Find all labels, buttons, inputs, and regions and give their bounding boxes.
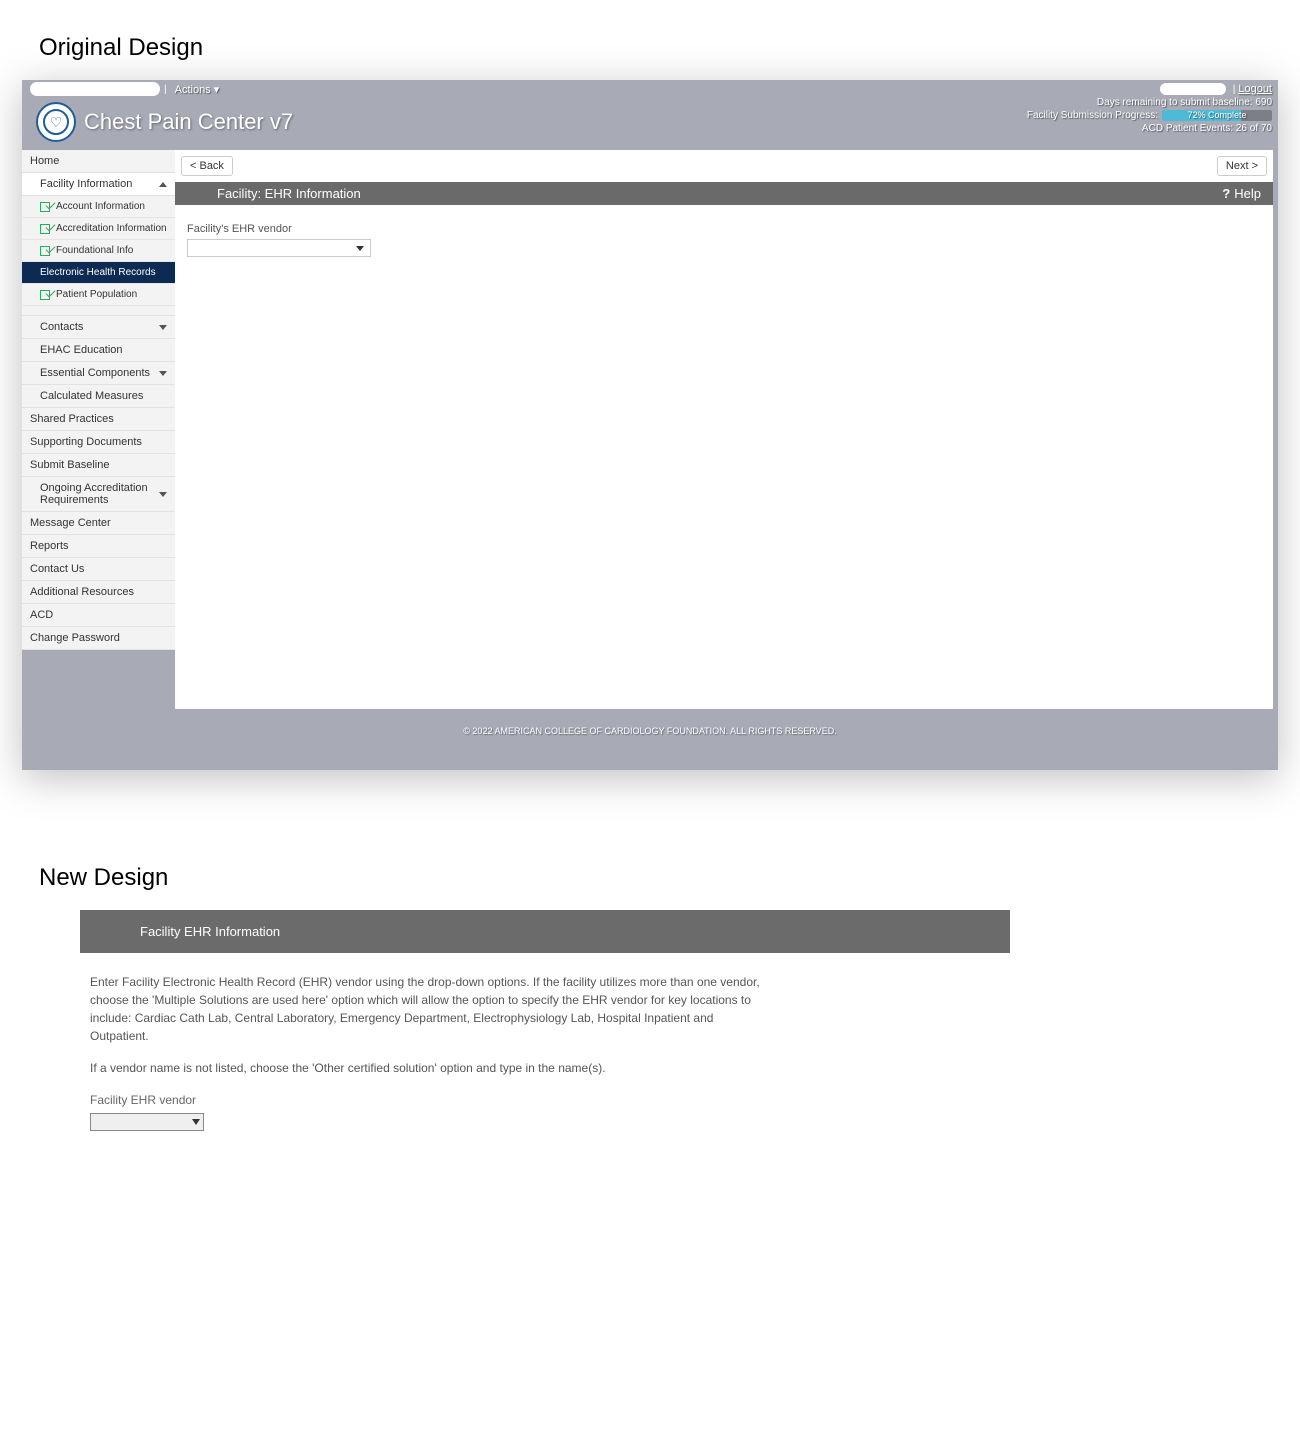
sidebar-item-acd[interactable]: ACD — [22, 604, 175, 627]
sidebar-item-electronic-health-records[interactable]: Electronic Health Records — [22, 262, 175, 284]
actions-dropdown[interactable]: Actions ▾ — [175, 83, 220, 96]
sidebar-item-ehac-education[interactable]: EHAC Education — [22, 339, 175, 362]
new-vendor-field-label: Facility EHR vendor — [90, 1091, 770, 1109]
app-title: Chest Pain Center v7 — [84, 109, 293, 135]
back-button[interactable]: < Back — [181, 156, 233, 176]
sidebar-item-shared-practices[interactable]: Shared Practices — [22, 408, 175, 431]
sidebar-item-patient-population[interactable]: Patient Population — [22, 284, 175, 306]
new-design-header: Facility EHR Information — [80, 910, 1010, 953]
sidebar-item-additional-resources[interactable]: Additional Resources — [22, 581, 175, 604]
sidebar-item-reports[interactable]: Reports — [22, 535, 175, 558]
page-title: Facility: EHR Information — [217, 186, 361, 201]
help-link[interactable]: ? Help — [1222, 186, 1261, 201]
new-design-panel: Facility EHR Information Enter Facility … — [80, 910, 1010, 1151]
sidebar-item-foundational-info[interactable]: Foundational Info — [22, 240, 175, 262]
sidebar-item-home[interactable]: Home — [22, 150, 175, 173]
sidebar-item-essential-components[interactable]: Essential Components — [22, 362, 175, 385]
sidebar-item-submit-baseline[interactable]: Submit Baseline — [22, 454, 175, 477]
logout-link[interactable]: Logout — [1238, 83, 1272, 95]
new-design-instructions-1: Enter Facility Electronic Health Record … — [90, 973, 770, 1045]
ehr-vendor-select[interactable] — [187, 239, 371, 257]
user-pill[interactable] — [1160, 83, 1226, 95]
logo-icon: ♡ — [36, 102, 76, 142]
check-icon — [40, 290, 50, 300]
vendor-field-label: Facility's EHR vendor — [187, 223, 1261, 235]
section-heading-new: New Design — [39, 864, 1300, 892]
sidebar-item-ongoing-accreditation[interactable]: Ongoing Accreditation Requirements — [22, 477, 175, 512]
submission-progress-bar: 72% Complete — [1162, 110, 1272, 121]
check-icon — [40, 246, 50, 256]
check-icon — [40, 224, 50, 234]
sidebar-item-contact-us[interactable]: Contact Us — [22, 558, 175, 581]
app-container: | Actions ▾ | Logout Days remaining to s… — [22, 80, 1278, 770]
chevron-down-icon — [159, 371, 167, 376]
submission-progress-label: Facility Submission Progress: — [1027, 109, 1158, 122]
chevron-down-icon — [192, 1119, 200, 1125]
chevron-down-icon — [159, 492, 167, 497]
main-content: < Back Next > Facility: EHR Information … — [175, 150, 1273, 709]
submission-progress-text: 72% Complete — [1162, 110, 1272, 121]
new-ehr-vendor-select[interactable] — [90, 1113, 204, 1131]
next-button[interactable]: Next > — [1217, 156, 1267, 176]
sidebar-item-facility-information[interactable]: Facility Information — [22, 173, 175, 196]
chevron-down-icon — [159, 325, 167, 330]
help-icon: ? — [1222, 186, 1230, 201]
sidebar-item-calculated-measures[interactable]: Calculated Measures — [22, 385, 175, 408]
sidebar-item-message-center[interactable]: Message Center — [22, 512, 175, 535]
chevron-up-icon — [159, 182, 167, 187]
facility-picker-pill[interactable] — [30, 82, 160, 96]
new-design-instructions-2: If a vendor name is not listed, choose t… — [90, 1059, 770, 1077]
section-heading-original: Original Design — [39, 34, 1300, 62]
logo-title: ♡ Chest Pain Center v7 — [36, 102, 293, 142]
sidebar-item-contacts[interactable]: Contacts — [22, 316, 175, 339]
chevron-down-icon — [356, 246, 364, 251]
sidebar-item-change-password[interactable]: Change Password — [22, 627, 175, 650]
sidebar-item-supporting-documents[interactable]: Supporting Documents — [22, 431, 175, 454]
page-header-bar: Facility: EHR Information ? Help — [175, 182, 1273, 205]
sidebar: Home Facility Information Account Inform… — [22, 150, 175, 714]
sidebar-item-account-information[interactable]: Account Information — [22, 196, 175, 218]
sidebar-item-accreditation-information[interactable]: Accreditation Information — [22, 218, 175, 240]
footer-copyright: © 2022 AMERICAN COLLEGE OF CARDIOLOGY FO… — [22, 714, 1278, 770]
check-icon — [40, 202, 50, 212]
